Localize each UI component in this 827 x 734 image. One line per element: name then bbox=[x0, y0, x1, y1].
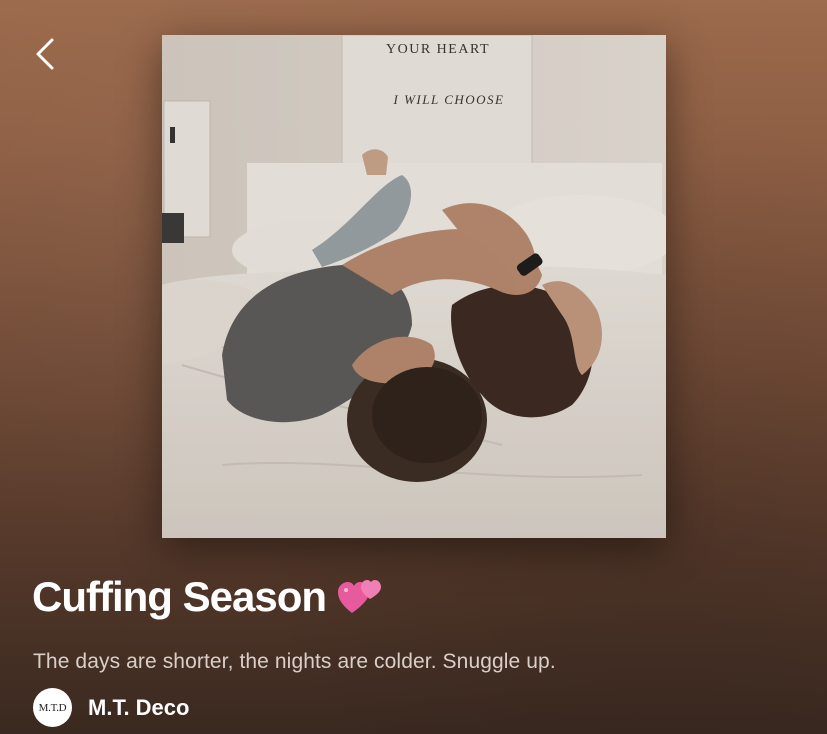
owner-link[interactable]: M.T.D M.T. Deco bbox=[33, 688, 189, 727]
playlist-cover-image: YOUR HEART I WILL CHOOSE bbox=[162, 35, 666, 538]
playlist-title: Cuffing Season bbox=[32, 573, 327, 620]
chevron-left-icon bbox=[36, 38, 54, 70]
two-hearts-icon bbox=[338, 580, 382, 613]
playlist-title-row: Cuffing Season bbox=[32, 576, 382, 618]
avatar-monogram: M.T.D bbox=[38, 701, 67, 714]
back-button[interactable] bbox=[26, 34, 66, 74]
playlist-description: The days are shorter, the nights are col… bbox=[33, 650, 556, 673]
owner-avatar[interactable]: M.T.D bbox=[33, 688, 72, 727]
owner-name[interactable]: M.T. Deco bbox=[88, 695, 189, 721]
